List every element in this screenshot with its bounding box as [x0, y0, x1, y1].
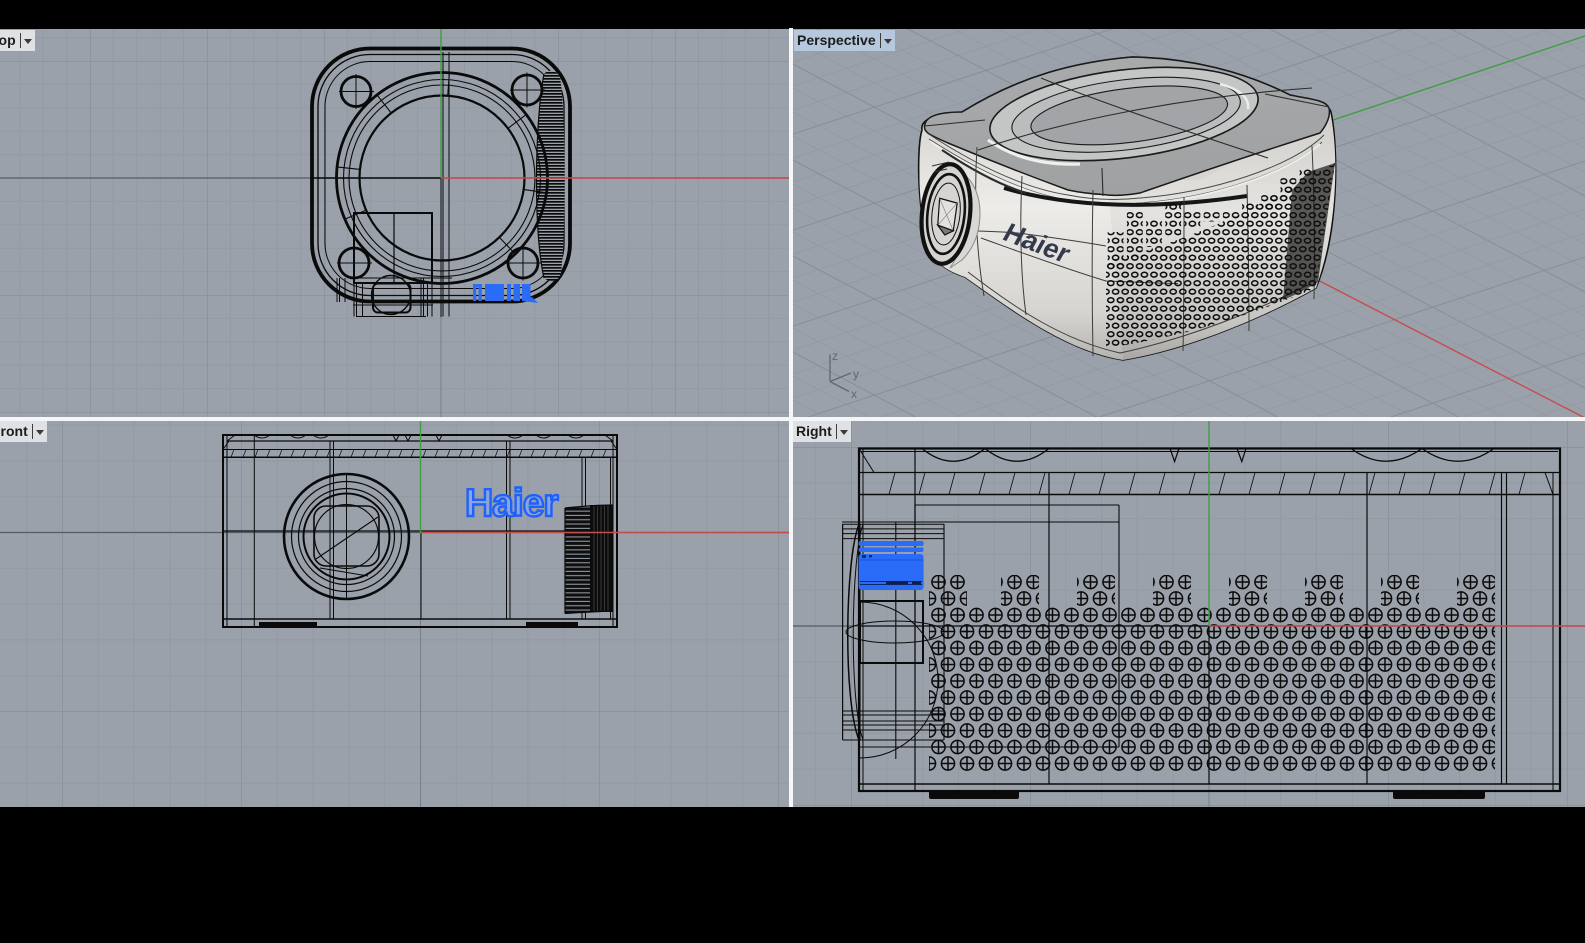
- svg-text:x: x: [851, 387, 857, 401]
- svg-text:z: z: [832, 349, 838, 363]
- svg-text:y: y: [853, 367, 859, 381]
- svg-text:Haier: Haier: [465, 482, 558, 525]
